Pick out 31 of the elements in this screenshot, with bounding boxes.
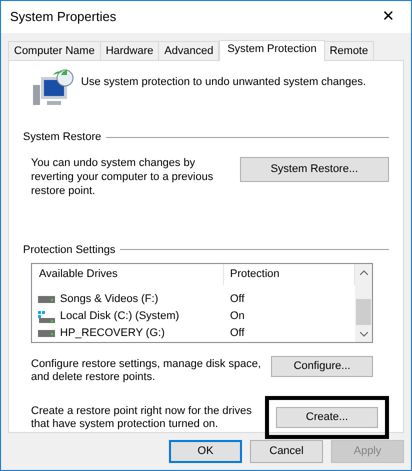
scroll-thumb[interactable] bbox=[356, 298, 371, 324]
group-label: System Restore bbox=[23, 130, 102, 145]
drive-name[interactable]: Songs & Videos (F:) bbox=[60, 291, 158, 308]
protection-status: Off bbox=[229, 326, 244, 342]
scroll-bar[interactable] bbox=[355, 264, 372, 342]
drive-icon bbox=[38, 296, 55, 303]
window-title: System Properties bbox=[10, 8, 116, 26]
dialog-button[interactable]: Cancel bbox=[250, 440, 323, 463]
drive-name[interactable]: HP_RECOVERY (G:) bbox=[60, 325, 165, 342]
drive-icon bbox=[38, 330, 55, 337]
tab[interactable]: Remote bbox=[324, 41, 374, 60]
system-restore-button[interactable]: System Restore... bbox=[240, 156, 389, 182]
group-label: Protection Settings bbox=[23, 242, 116, 258]
description-text: Configure restore settings, manage disk space, and delete restore points. bbox=[31, 358, 262, 384]
create-button[interactable]: Create... bbox=[276, 407, 378, 428]
system-drive-icon bbox=[38, 310, 55, 322]
close-button[interactable]: ✕ bbox=[378, 6, 399, 28]
tab[interactable]: System Protection bbox=[219, 40, 325, 61]
dialog-button[interactable]: OK bbox=[169, 440, 242, 463]
description-text: Create a restore point right now for the drives that have system protection turned on. bbox=[31, 404, 253, 430]
scroll-up-icon[interactable] bbox=[360, 270, 368, 275]
tab[interactable]: Computer Name bbox=[8, 41, 101, 60]
protection-status: On bbox=[229, 309, 245, 324]
description-text: You can undo system changes by reverting your computer to a previous restore point. bbox=[31, 156, 214, 198]
column-header[interactable]: Available Drives bbox=[32, 264, 224, 285]
protection-status: Off bbox=[229, 292, 244, 308]
intro-text: Use system protection to undo unwanted system changes. bbox=[81, 75, 366, 90]
scroll-down-icon[interactable] bbox=[360, 332, 368, 337]
tab[interactable]: Advanced bbox=[158, 41, 220, 60]
drive-name[interactable]: Local Disk (C:) (System) bbox=[60, 308, 180, 325]
configure-button[interactable]: Configure... bbox=[271, 356, 373, 377]
